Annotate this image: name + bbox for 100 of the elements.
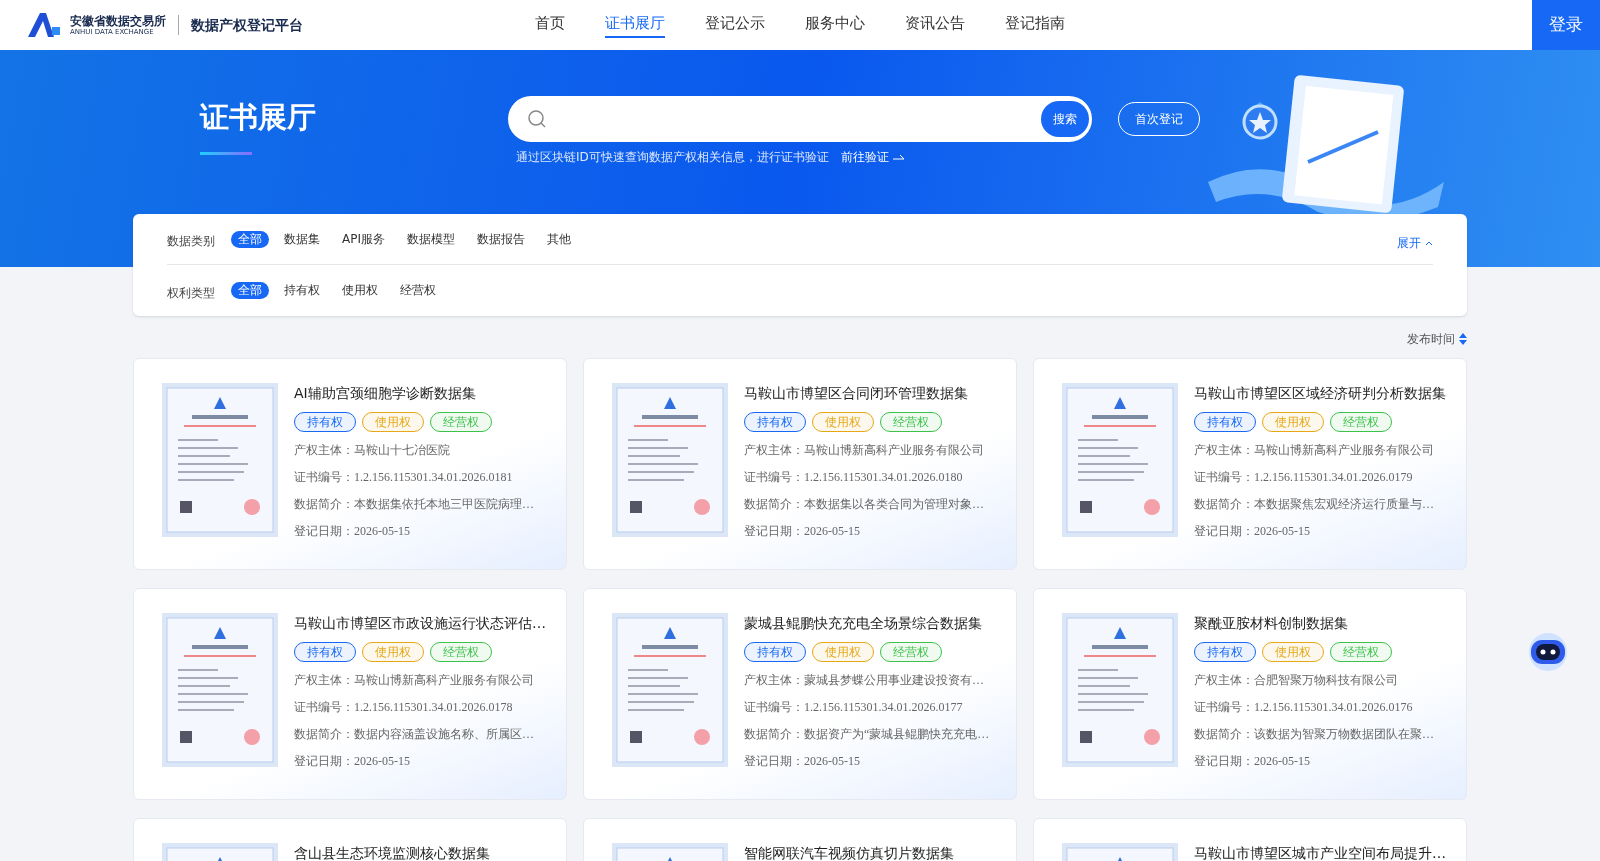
- field-value: 1.2.156.115301.34.01.2026.0178: [354, 699, 513, 716]
- right-tag: 使用权: [362, 642, 424, 662]
- search-button[interactable]: 搜索: [1041, 101, 1089, 137]
- field-value: 本数据集以各类合同为管理对象…: [804, 496, 984, 513]
- field-label: 产权主体：: [744, 672, 804, 689]
- nav-link[interactable]: 登记指南: [1005, 11, 1065, 39]
- platform-name: 数据产权登记平台: [191, 15, 303, 35]
- field-label: 证书编号：: [294, 699, 354, 716]
- field-label: 数据简介：: [1194, 726, 1254, 743]
- login-button[interactable]: 登录: [1532, 0, 1600, 50]
- field-value: 2026-05-15: [1254, 523, 1310, 540]
- field-label: 登记日期：: [1194, 753, 1254, 770]
- field-value: 本数据聚焦宏观经济运行质量与…: [1254, 496, 1434, 513]
- search-icon: [527, 109, 547, 129]
- field-value: 1.2.156.115301.34.01.2026.0176: [1254, 699, 1413, 716]
- certificate-card[interactable]: 蒙城县鲲鹏快充充电全场景综合数据集 持有权 使用权 经营权 产权主体：蒙城县梦蝶公用事业建设投资有… 证书编号：1.2.156.115301.34.01.2026.0177 数据简介：数据资产为“蒙城县鲲鹏快充充电… 登记日期：2026-05-15: [583, 588, 1017, 800]
- card-title: 马鞍山市博望区城市产业空间布局提升…: [1194, 844, 1446, 861]
- certificate-card[interactable]: 马鞍山市博望区市政设施运行状态评估… 持有权 使用权 经营权 产权主体：马鞍山博新高科产业服务有限公司 证书编号：1.2.156.115301.34.01.2026.0178 数据简介：数据内容涵盖设施名称、所属区… 登记日期：2026-05-15: [133, 588, 567, 800]
- card-title: AI辅助宫颈细胞学诊断数据集: [294, 384, 477, 403]
- field-value: 本数据集依托本地三甲医院病理…: [354, 496, 534, 513]
- certificate-card[interactable]: 马鞍山市博望区区域经济研判分析数据集 持有权 使用权 经营权 产权主体：马鞍山博新高科产业服务有限公司 证书编号：1.2.156.115301.34.01.2026.0179 数据简介：本数据聚焦宏观经济运行质量与… 登记日期：2026-05-15: [1033, 358, 1467, 570]
- field-label: 证书编号：: [744, 469, 804, 486]
- filter-chip[interactable]: 数据集: [277, 230, 327, 248]
- field-label: 数据简介：: [744, 496, 804, 513]
- field-value: 2026-05-15: [804, 523, 860, 540]
- field-value: 1.2.156.115301.34.01.2026.0180: [804, 469, 963, 486]
- right-tag: 持有权: [1194, 412, 1256, 432]
- field-value: 合肥智聚万物科技有限公司: [1254, 672, 1398, 689]
- nav-link[interactable]: 登记公示: [705, 11, 765, 39]
- field-value: 蒙城县梦蝶公用事业建设投资有…: [804, 672, 984, 689]
- right-tag: 持有权: [744, 642, 806, 662]
- field-label: 登记日期：: [744, 753, 804, 770]
- filter-chip[interactable]: 数据报告: [470, 230, 532, 248]
- field-label: 证书编号：: [294, 469, 354, 486]
- sort-button[interactable]: 发布时间: [1407, 330, 1455, 348]
- filter-chip[interactable]: 全部: [231, 282, 269, 299]
- field-value: 2026-05-15: [1254, 753, 1310, 770]
- right-tag: 经营权: [430, 642, 492, 662]
- logo-icon: [28, 13, 62, 37]
- field-label: 数据简介：: [294, 496, 354, 513]
- field-value: 马鞍山博新高科产业服务有限公司: [1254, 442, 1434, 459]
- right-tag: 使用权: [1262, 412, 1324, 432]
- right-tag: 使用权: [812, 412, 874, 432]
- field-label: 数据简介：: [294, 726, 354, 743]
- field-value: 数据资产为“蒙城县鲲鹏快充充电…: [804, 726, 990, 743]
- search-field[interactable]: 搜索: [508, 96, 1092, 142]
- right-tag: 使用权: [1262, 642, 1324, 662]
- field-label: 登记日期：: [294, 753, 354, 770]
- field-label: 登记日期：: [1194, 523, 1254, 540]
- right-tag: 使用权: [362, 412, 424, 432]
- field-label: 产权主体：: [744, 442, 804, 459]
- right-tag: 经营权: [1330, 642, 1392, 662]
- filter-chip[interactable]: 数据模型: [400, 230, 462, 248]
- filter-chip[interactable]: 经营权: [393, 282, 443, 299]
- nav-link[interactable]: 证书展厅: [605, 11, 665, 39]
- field-label: 产权主体：: [294, 672, 354, 689]
- page-title: 证书展厅: [200, 99, 317, 136]
- field-value: 马鞍山博新高科产业服务有限公司: [804, 442, 984, 459]
- right-tag: 经营权: [430, 412, 492, 432]
- nav-link[interactable]: 服务中心: [805, 11, 865, 39]
- filter-chip[interactable]: 全部: [231, 230, 269, 248]
- field-label: 证书编号：: [1194, 469, 1254, 486]
- certificate-card[interactable]: 马鞍山市博望区合同闭环管理数据集 持有权 使用权 经营权 产权主体：马鞍山博新高科产业服务有限公司 证书编号：1.2.156.115301.34.01.2026.0180 数据简介：本数据集以各类合同为管理对象… 登记日期：2026-05-15: [583, 358, 1017, 570]
- nav-link[interactable]: 首页: [535, 11, 565, 39]
- card-title: 蒙城县鲲鹏快充充电全场景综合数据集: [744, 614, 983, 633]
- hint-text: 通过区块链ID可快速查询数据产权相关信息，进行证书验证: [516, 149, 829, 166]
- field-label: 产权主体：: [294, 442, 354, 459]
- field-label: 证书编号：: [744, 699, 804, 716]
- field-value: 2026-05-15: [354, 753, 410, 770]
- field-value: 1.2.156.115301.34.01.2026.0179: [1254, 469, 1413, 486]
- filter-chip[interactable]: 持有权: [277, 282, 327, 299]
- card-title: 马鞍山市博望区市政设施运行状态评估…: [294, 614, 546, 633]
- verify-link[interactable]: 前往验证: [840, 148, 889, 166]
- field-label: 登记日期：: [744, 523, 804, 540]
- certificate-card[interactable]: AI辅助宫颈细胞学诊断数据集 持有权 使用权 经营权 产权主体：马鞍山十七冶医院 证书编号：1.2.156.115301.34.01.2026.0181 数据简介：本数据集依托本地三甲医院病理… 登记日期：2026-05-15: [133, 358, 567, 570]
- card-title: 马鞍山市博望区区域经济研判分析数据集: [1194, 384, 1446, 403]
- logo-name: 安徽省数据交易所: [70, 14, 166, 27]
- field-value: 该数据为智聚万物数据团队在聚…: [1254, 726, 1434, 743]
- expand-button[interactable]: 展开: [1397, 226, 1433, 252]
- right-tag: 经营权: [1330, 412, 1392, 432]
- field-value: 数据内容涵盖设施名称、所属区…: [354, 726, 534, 743]
- filter-chip[interactable]: 其他: [540, 230, 578, 248]
- filter-chip[interactable]: API服务: [335, 230, 392, 248]
- card-title: 聚酰亚胺材料创制数据集: [1194, 614, 1349, 633]
- right-tag: 使用权: [812, 642, 874, 662]
- filter-chip[interactable]: 使用权: [335, 282, 385, 299]
- card-title: 含山县生态环境监测核心数据集: [294, 844, 490, 861]
- card-title: 智能网联汽车视频仿真切片数据集: [744, 844, 954, 861]
- field-value: 1.2.156.115301.34.01.2026.0181: [354, 469, 513, 486]
- right-tag: 持有权: [744, 412, 806, 432]
- field-label: 产权主体：: [1194, 442, 1254, 459]
- field-label: 登记日期：: [294, 523, 354, 540]
- right-tag: 持有权: [294, 412, 356, 432]
- field-value: 1.2.156.115301.34.01.2026.0177: [804, 699, 963, 716]
- certificate-card[interactable]: 聚酰亚胺材料创制数据集 持有权 使用权 经营权 产权主体：合肥智聚万物科技有限公司 证书编号：1.2.156.115301.34.01.2026.0176 数据简介：该数据为智聚万物数据团队在聚… 登记日期：2026-05-15: [1033, 588, 1467, 800]
- certificate-card[interactable]: 智能网联汽车视频仿真切片数据集: [583, 818, 1017, 861]
- certificate-card[interactable]: 含山县生态环境监测核心数据集: [133, 818, 567, 861]
- field-label: 数据简介：: [1194, 496, 1254, 513]
- nav-link[interactable]: 资讯公告: [905, 11, 965, 39]
- certificate-card[interactable]: 马鞍山市博望区城市产业空间布局提升…: [1033, 818, 1467, 861]
